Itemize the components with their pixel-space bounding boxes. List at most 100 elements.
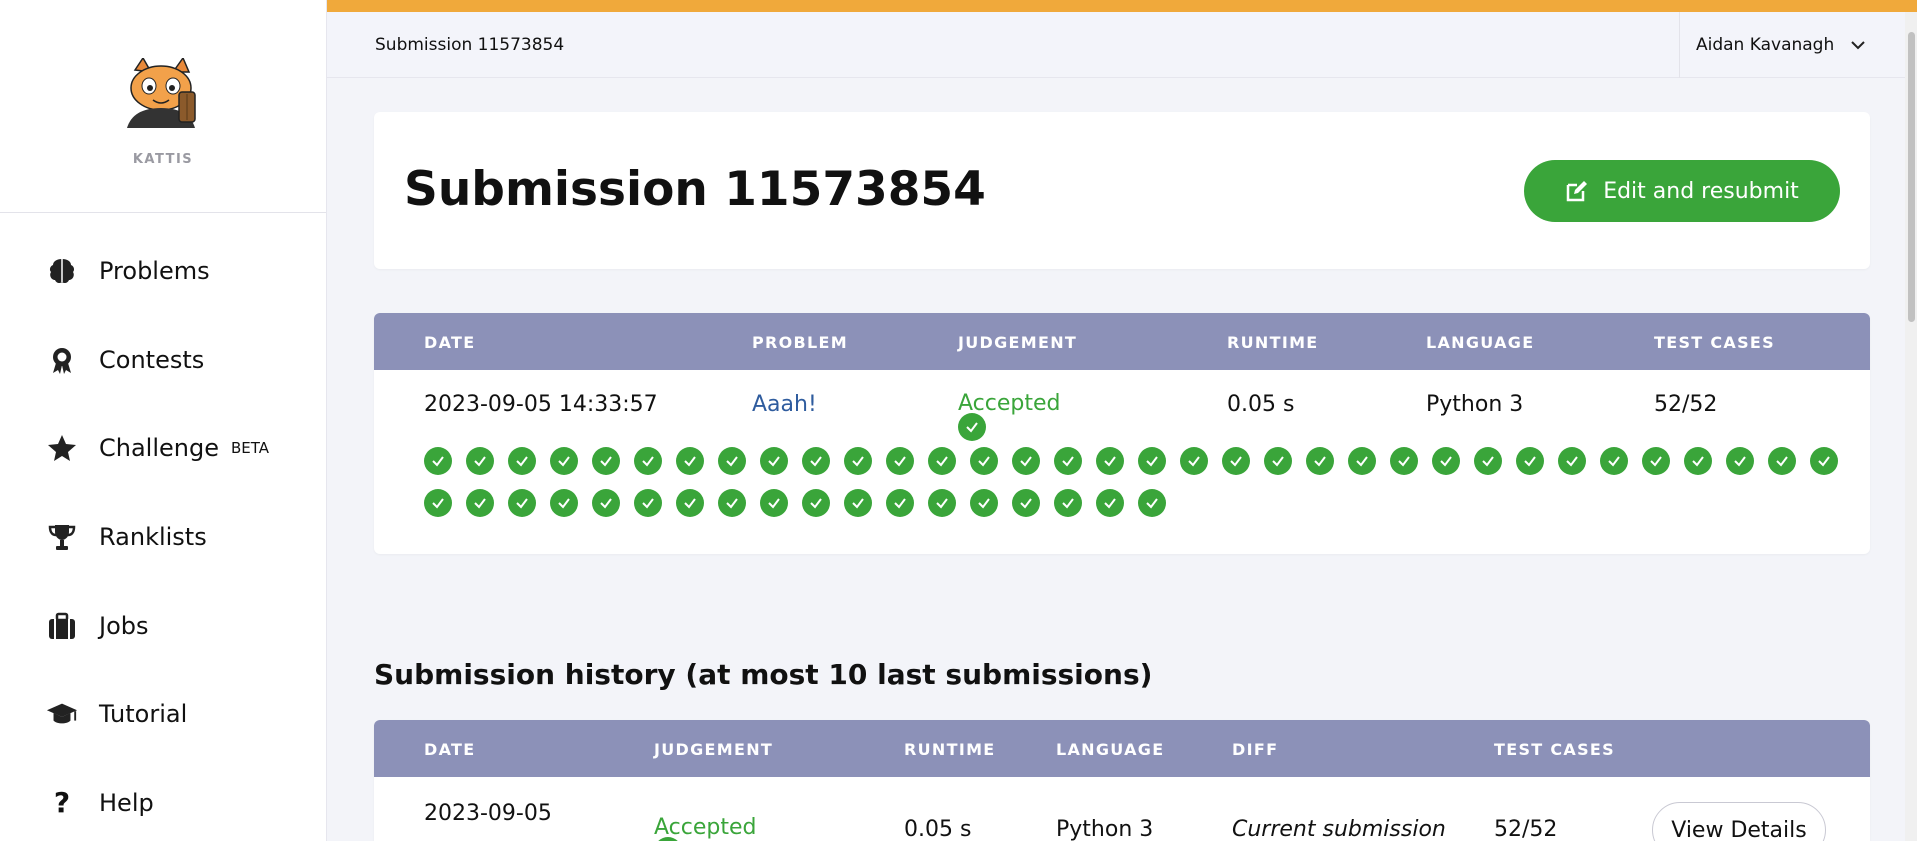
test-case-passed-icon[interactable] [1012, 489, 1040, 517]
nav-item-contests[interactable]: Contests [0, 316, 326, 405]
test-case-passed-icon[interactable] [1348, 447, 1376, 475]
test-case-passed-icon[interactable] [1054, 447, 1082, 475]
nav-label-tutorial: Tutorial [99, 700, 188, 729]
test-case-passed-icon[interactable] [1054, 489, 1082, 517]
test-case-passed-icon[interactable] [1138, 489, 1166, 517]
question-icon: ? [53, 786, 71, 820]
test-case-passed-icon[interactable] [466, 489, 494, 517]
hcell-diff: Current submission [1232, 817, 1446, 841]
test-case-passed-icon[interactable] [844, 447, 872, 475]
test-case-passed-icon[interactable] [970, 447, 998, 475]
test-case-passed-icon[interactable] [1432, 447, 1460, 475]
check-circle-icon [958, 413, 986, 441]
beta-badge: BETA [231, 439, 270, 458]
test-case-passed-icon[interactable] [1138, 447, 1166, 475]
test-case-passed-icon[interactable] [1726, 447, 1754, 475]
test-case-passed-icon[interactable] [1558, 447, 1586, 475]
star-icon [46, 432, 78, 464]
test-case-passed-icon[interactable] [1768, 447, 1796, 475]
test-case-passed-icon[interactable] [1306, 447, 1334, 475]
test-case-passed-icon[interactable] [718, 489, 746, 517]
test-case-passed-icon[interactable] [844, 489, 872, 517]
test-case-passed-icon[interactable] [802, 489, 830, 517]
nav-item-jobs[interactable]: Jobs [0, 581, 326, 670]
hcell-language: Python 3 [1056, 817, 1154, 841]
test-case-passed-icon[interactable] [1474, 447, 1502, 475]
test-case-passed-icon[interactable] [760, 447, 788, 475]
brain-icon [46, 255, 78, 287]
test-case-passed-icon[interactable] [1264, 447, 1292, 475]
scroll-thumb[interactable] [1908, 32, 1915, 322]
test-case-passed-icon[interactable] [1684, 447, 1712, 475]
test-case-passed-icon[interactable] [1600, 447, 1628, 475]
test-case-passed-icon[interactable] [676, 447, 704, 475]
test-case-passed-icon[interactable] [1642, 447, 1670, 475]
judgement-status: Accepted [958, 391, 1060, 441]
test-case-passed-icon[interactable] [676, 489, 704, 517]
nav-label-contests: Contests [99, 345, 205, 374]
hcol-diff: DIFF [1232, 740, 1279, 759]
test-case-passed-icon[interactable] [1012, 447, 1040, 475]
test-case-passed-icon[interactable] [550, 489, 578, 517]
problem-link[interactable]: Aaah! [752, 392, 817, 417]
view-details-button[interactable]: View Details [1652, 802, 1826, 841]
test-case-passed-icon[interactable] [802, 447, 830, 475]
hjudgement-status: Accepted [654, 815, 756, 841]
test-case-passed-icon[interactable] [1180, 447, 1208, 475]
test-case-passed-icon[interactable] [760, 489, 788, 517]
logo-area[interactable]: KATTIS [0, 0, 326, 213]
test-case-passed-icon[interactable] [550, 447, 578, 475]
hcol-date: DATE [424, 740, 476, 759]
test-case-passed-icon[interactable] [928, 489, 956, 517]
brand-label: KATTIS [132, 152, 194, 167]
history-row: 2023-09-05 Accepted 0.05 s Python 3 Curr… [374, 777, 1870, 841]
test-case-passed-icon[interactable] [718, 447, 746, 475]
test-case-passed-icon[interactable] [1810, 447, 1838, 475]
test-case-passed-icon[interactable] [592, 447, 620, 475]
nav-item-help[interactable]: ? Help [0, 759, 326, 841]
hcell-test-cases: 52/52 [1494, 817, 1558, 841]
col-judgement: JUDGEMENT [958, 333, 1078, 352]
top-bar: Submission 11573854 Aidan Kavanagh [327, 12, 1917, 78]
user-menu[interactable]: Aidan Kavanagh [1679, 12, 1905, 78]
test-case-passed-icon[interactable] [970, 489, 998, 517]
edit-and-resubmit-button[interactable]: Edit and resubmit [1524, 160, 1840, 222]
nav-item-problems[interactable]: Problems [0, 227, 326, 316]
hcol-judgement: JUDGEMENT [654, 740, 774, 759]
test-case-passed-icon[interactable] [1222, 447, 1250, 475]
test-case-passed-icon[interactable] [1096, 489, 1124, 517]
nav-item-tutorial[interactable]: Tutorial [0, 670, 326, 759]
test-case-passed-icon[interactable] [424, 489, 452, 517]
history-table: DATE JUDGEMENT RUNTIME LANGUAGE DIFF TES… [374, 720, 1870, 841]
main-nav: Problems Contests Challenge BETA Ranklis… [0, 213, 326, 841]
edit-button-label: Edit and resubmit [1603, 178, 1799, 204]
test-case-passed-icon[interactable] [508, 489, 536, 517]
nav-item-challenge[interactable]: Challenge BETA [0, 404, 326, 493]
test-case-passed-icon[interactable] [508, 447, 536, 475]
test-case-row [424, 489, 1166, 517]
kattis-logo-icon [127, 58, 196, 128]
scrollbar[interactable] [1905, 12, 1917, 841]
test-case-passed-icon[interactable] [1096, 447, 1124, 475]
test-case-passed-icon[interactable] [634, 447, 662, 475]
nav-item-ranklists[interactable]: Ranklists [0, 493, 326, 582]
test-case-passed-icon[interactable] [634, 489, 662, 517]
hcell-date: 2023-09-05 [424, 801, 552, 826]
history-header: DATE JUDGEMENT RUNTIME LANGUAGE DIFF TES… [374, 720, 1870, 777]
breadcrumb: Submission 11573854 [375, 34, 565, 55]
test-case-passed-icon[interactable] [466, 447, 494, 475]
table-header: DATE PROBLEM JUDGEMENT RUNTIME LANGUAGE … [374, 313, 1870, 370]
hcol-language: LANGUAGE [1056, 740, 1165, 759]
test-case-passed-icon[interactable] [424, 447, 452, 475]
col-runtime: RUNTIME [1227, 333, 1319, 352]
submission-table: DATE PROBLEM JUDGEMENT RUNTIME LANGUAGE … [374, 313, 1870, 554]
test-case-passed-icon[interactable] [1390, 447, 1418, 475]
test-case-passed-icon[interactable] [928, 447, 956, 475]
hcol-test-cases: TEST CASES [1494, 740, 1615, 759]
test-case-passed-icon[interactable] [886, 489, 914, 517]
test-case-passed-icon[interactable] [592, 489, 620, 517]
test-case-passed-icon[interactable] [886, 447, 914, 475]
col-test-cases: TEST CASES [1654, 333, 1775, 352]
user-name: Aidan Kavanagh [1696, 35, 1835, 55]
test-case-passed-icon[interactable] [1516, 447, 1544, 475]
